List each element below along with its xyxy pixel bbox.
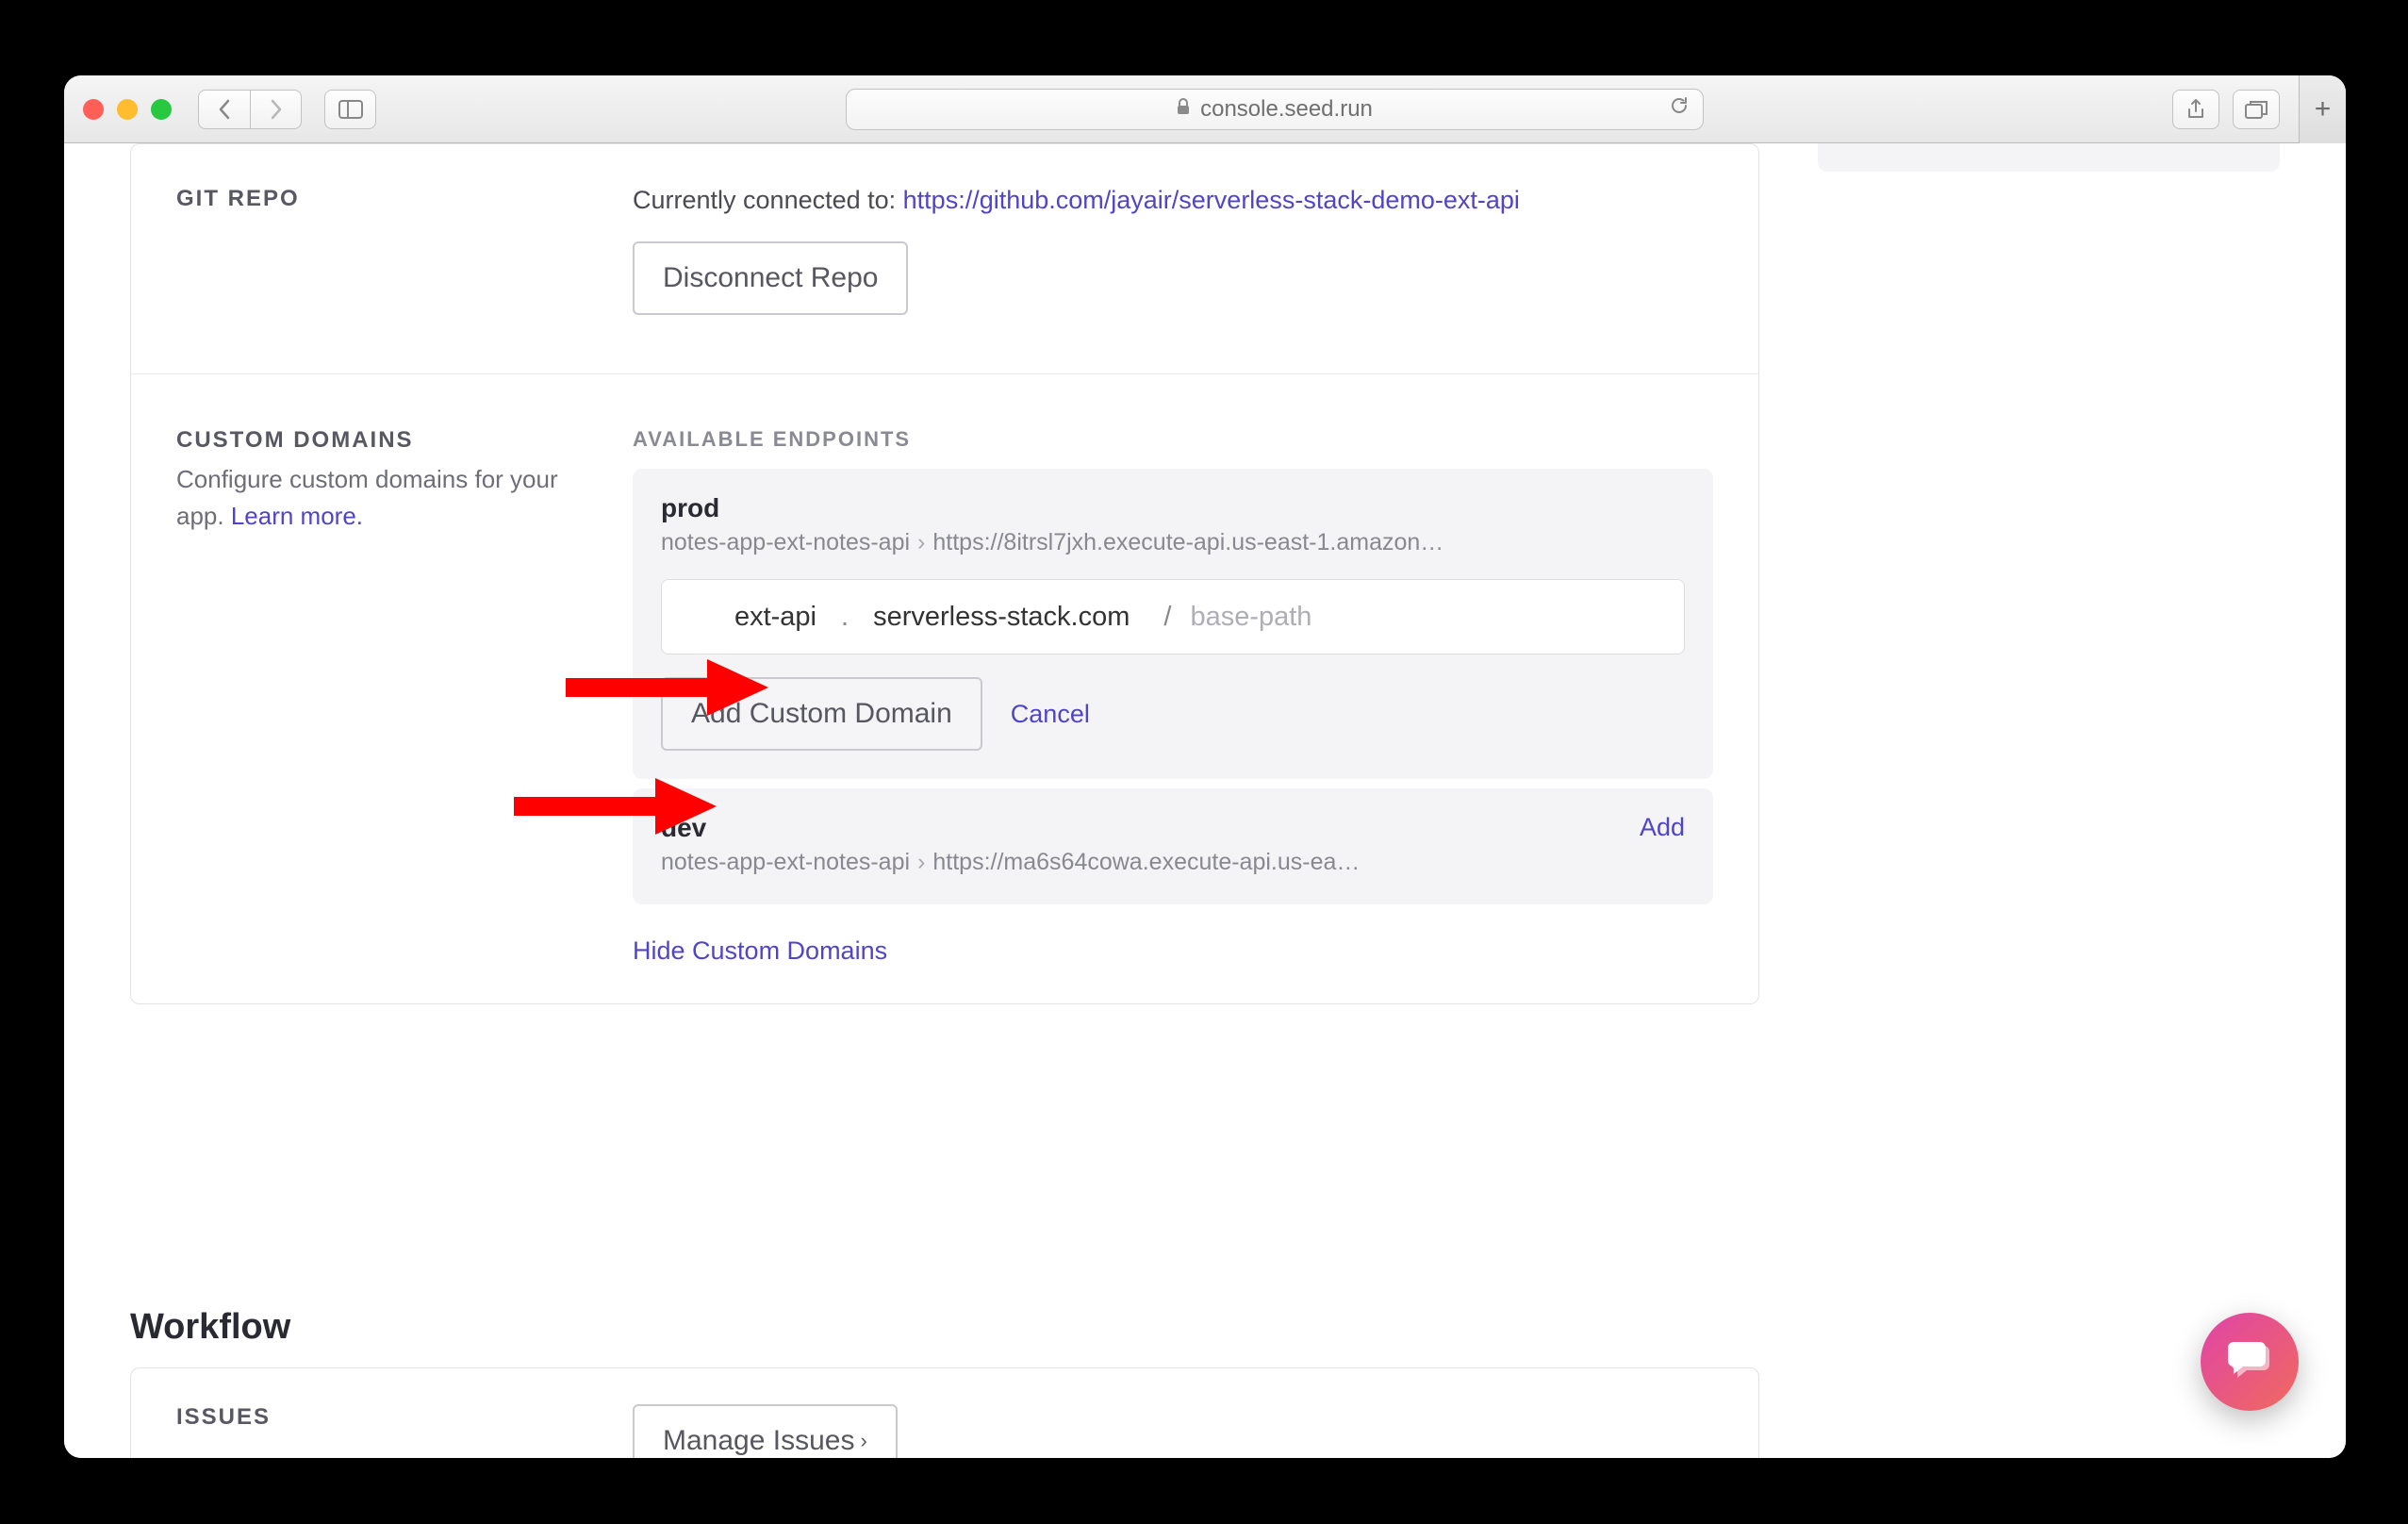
hide-custom-domains-link[interactable]: Hide Custom Domains: [633, 936, 887, 966]
endpoint-name: prod: [661, 493, 1685, 523]
endpoint-path: notes-app-ext-notes-api›https://8itrsl7j…: [661, 529, 1685, 556]
git-repo-link[interactable]: https://github.com/jayair/serverless-sta…: [903, 186, 1520, 214]
share-icon: [2186, 98, 2205, 121]
safari-window: console.seed.run +: [64, 75, 2346, 1458]
workflow-heading: Workflow: [130, 1307, 290, 1348]
custom-domains-label: CUSTOM DOMAINS: [176, 427, 586, 454]
manage-issues-button[interactable]: Manage Issues ›: [633, 1404, 898, 1458]
chat-icon: [2224, 1336, 2275, 1387]
disconnect-repo-button[interactable]: Disconnect Repo: [633, 241, 908, 315]
slash-separator: /: [1154, 602, 1180, 633]
git-repo-connected: Currently connected to: https://github.c…: [633, 186, 1713, 215]
cancel-link[interactable]: Cancel: [1011, 700, 1090, 729]
chevron-left-icon: [217, 99, 232, 120]
chevron-right-icon: ›: [917, 529, 925, 555]
traffic-lights: [83, 99, 172, 120]
sidebar-toggle-button[interactable]: [324, 90, 376, 129]
fullscreen-button[interactable]: [151, 99, 172, 120]
domain-select[interactable]: serverless-stack.com: [849, 602, 1154, 633]
learn-more-link[interactable]: Learn more.: [231, 502, 363, 530]
plus-icon: +: [2315, 93, 2332, 125]
chevron-right-icon: [269, 99, 284, 120]
back-button[interactable]: [198, 90, 250, 129]
share-button[interactable]: [2172, 90, 2219, 129]
tabs-icon: [2245, 100, 2268, 119]
address-bar[interactable]: console.seed.run: [846, 89, 1704, 130]
endpoint-name: dev: [661, 813, 1360, 843]
page-content: GIT REPO Currently connected to: https:/…: [64, 143, 2346, 1458]
url-text: console.seed.run: [1200, 96, 1373, 123]
issues-label: ISSUES: [176, 1404, 633, 1431]
new-tab-button[interactable]: +: [2299, 75, 2346, 143]
reload-button[interactable]: [1669, 95, 1690, 123]
base-path-input[interactable]: [1180, 602, 1684, 633]
forward-button[interactable]: [250, 90, 302, 129]
settings-card: GIT REPO Currently connected to: https:/…: [130, 143, 1759, 1004]
close-window-button[interactable]: [83, 99, 104, 120]
dot-separator: .: [841, 602, 849, 633]
minimize-window-button[interactable]: [117, 99, 138, 120]
custom-domains-desc: Configure custom domains for your app. L…: [176, 461, 586, 535]
chat-widget-button[interactable]: [2201, 1313, 2299, 1411]
sidebar-ghost-card: [1818, 143, 2280, 172]
git-repo-label: GIT REPO: [176, 186, 595, 212]
subdomain-select[interactable]: ext-api: [662, 602, 841, 633]
endpoint-path: notes-app-ext-notes-api›https://ma6s64co…: [661, 849, 1360, 876]
chevron-right-icon: ›: [860, 1429, 866, 1453]
workflow-card: ISSUES Manage Issues ›: [130, 1367, 1759, 1458]
endpoint-prod: prod notes-app-ext-notes-api›https://8it…: [633, 469, 1713, 779]
chevron-right-icon: ›: [917, 849, 925, 875]
browser-toolbar: console.seed.run +: [64, 75, 2346, 143]
sidebar-icon: [338, 100, 363, 119]
tabs-button[interactable]: [2233, 90, 2280, 129]
domain-input-row: ext-api . serverless-stack.com /: [661, 579, 1685, 654]
reload-icon: [1669, 95, 1690, 116]
annotation-arrow-1: [566, 654, 773, 721]
lock-icon: [1176, 98, 1191, 120]
annotation-arrow-2: [514, 773, 721, 839]
endpoint-dev: dev notes-app-ext-notes-api›https://ma6s…: [633, 788, 1713, 904]
add-domain-link[interactable]: Add: [1640, 813, 1685, 842]
nav-buttons: [198, 90, 302, 129]
available-endpoints-label: AVAILABLE ENDPOINTS: [633, 427, 1713, 452]
